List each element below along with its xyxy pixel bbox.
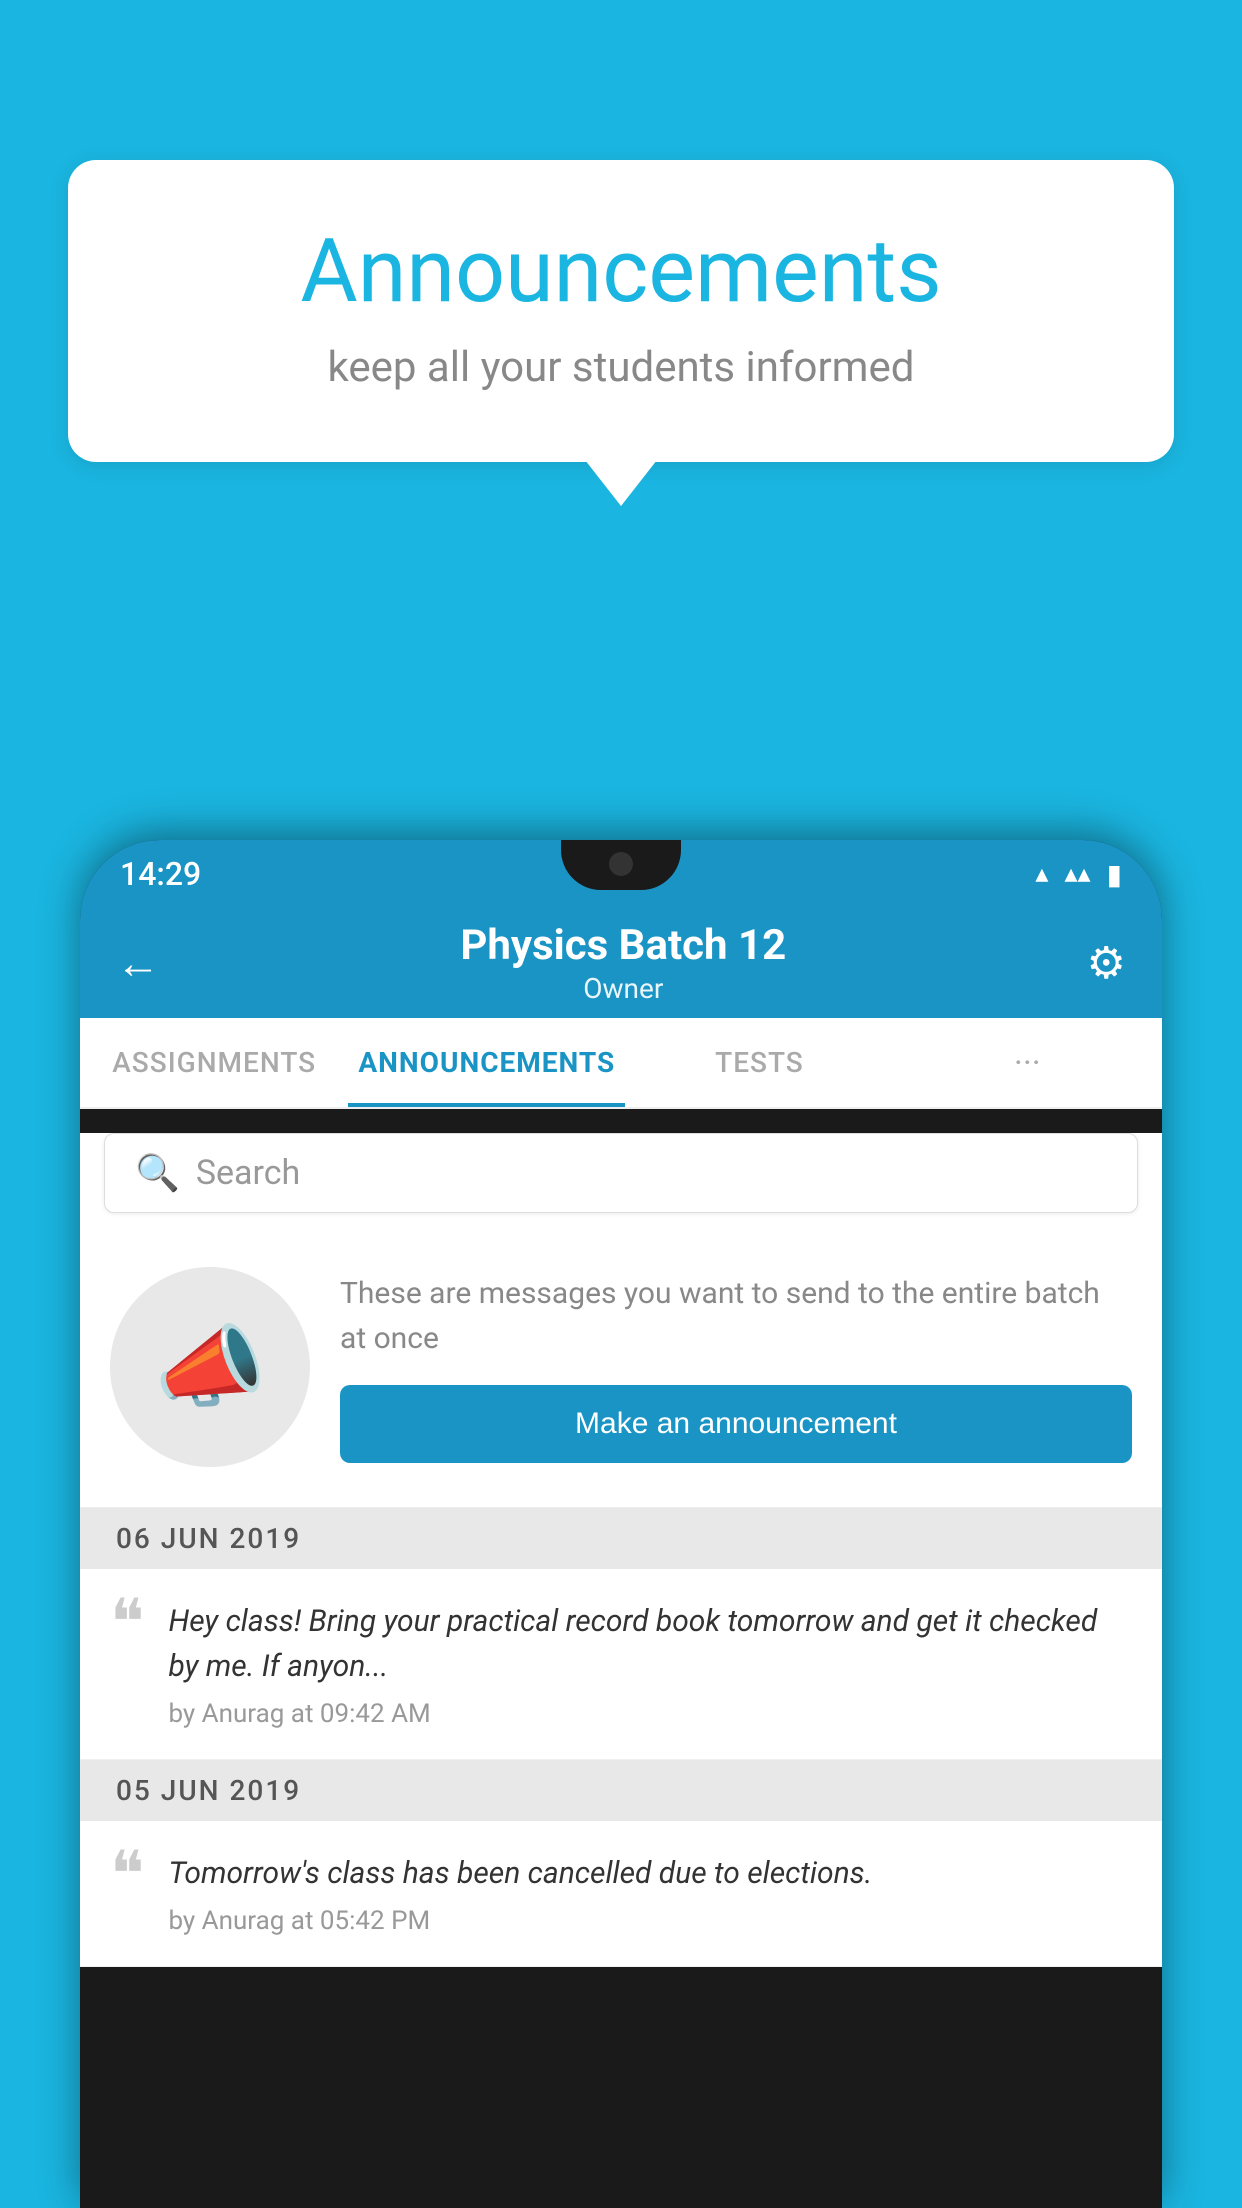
back-button[interactable]: ←	[116, 937, 160, 989]
date-header-1: 06 JUN 2019	[80, 1508, 1162, 1569]
announcement-item-1: ❝ Hey class! Bring your practical record…	[80, 1569, 1162, 1760]
status-time: 14:29	[120, 855, 201, 893]
date-header-2: 05 JUN 2019	[80, 1760, 1162, 1821]
announcement-item-2: ❝ Tomorrow's class has been cancelled du…	[80, 1821, 1162, 1967]
content-area: 🔍 Search 📣 These are messages you want t…	[80, 1133, 1162, 1967]
megaphone-icon: 📣	[154, 1315, 266, 1420]
bubble-subtitle: keep all your students informed	[148, 343, 1094, 392]
header-subtitle: Owner	[460, 972, 786, 1005]
announcement-meta-2: by Anurag at 05:42 PM	[168, 1906, 1132, 1936]
make-announcement-button[interactable]: Make an announcement	[340, 1385, 1132, 1463]
announcement-text-2: Tomorrow's class has been cancelled due …	[168, 1851, 1132, 1896]
search-bar[interactable]: 🔍 Search	[104, 1133, 1138, 1213]
bubble-tail	[585, 460, 657, 506]
tab-assignments[interactable]: ASSIGNMENTS	[80, 1018, 348, 1107]
speech-bubble: Announcements keep all your students inf…	[68, 160, 1174, 462]
promo-icon-circle: 📣	[110, 1267, 310, 1467]
announcement-body-1: Hey class! Bring your practical record b…	[168, 1599, 1132, 1729]
bubble-title: Announcements	[148, 220, 1094, 323]
announcement-meta-1: by Anurag at 09:42 AM	[168, 1699, 1132, 1729]
signal-icon: ▴▴	[1064, 859, 1090, 889]
camera-notch	[609, 852, 633, 876]
quote-icon-2: ❝	[110, 1843, 144, 1907]
phone-mockup: 14:29 ▴ ▴▴ ▮ ← Physics Batch 12 Owner ⚙ …	[80, 840, 1162, 2208]
promo-section: 📣 These are messages you want to send to…	[80, 1237, 1162, 1508]
notch	[561, 840, 681, 890]
announcement-text-1: Hey class! Bring your practical record b…	[168, 1599, 1132, 1689]
tab-more[interactable]: ···	[894, 1018, 1162, 1107]
app-header: ← Physics Batch 12 Owner ⚙	[80, 908, 1162, 1018]
search-placeholder-text: Search	[196, 1153, 300, 1193]
quote-icon-1: ❝	[110, 1591, 144, 1655]
tab-tests[interactable]: TESTS	[625, 1018, 893, 1107]
header-title: Physics Batch 12	[460, 921, 786, 970]
promo-description: These are messages you want to send to t…	[340, 1271, 1132, 1361]
promo-right: These are messages you want to send to t…	[340, 1271, 1132, 1463]
speech-bubble-container: Announcements keep all your students inf…	[68, 160, 1174, 506]
wifi-icon: ▴	[1035, 859, 1048, 889]
settings-icon[interactable]: ⚙	[1087, 937, 1126, 989]
tab-announcements[interactable]: ANNOUNCEMENTS	[348, 1018, 625, 1107]
status-bar: 14:29 ▴ ▴▴ ▮	[80, 840, 1162, 908]
header-center: Physics Batch 12 Owner	[460, 921, 786, 1005]
search-icon: 🔍	[135, 1152, 180, 1194]
tabs-bar: ASSIGNMENTS ANNOUNCEMENTS TESTS ···	[80, 1018, 1162, 1109]
battery-icon: ▮	[1107, 858, 1122, 891]
announcement-body-2: Tomorrow's class has been cancelled due …	[168, 1851, 1132, 1936]
status-icons: ▴ ▴▴ ▮	[1035, 858, 1122, 891]
